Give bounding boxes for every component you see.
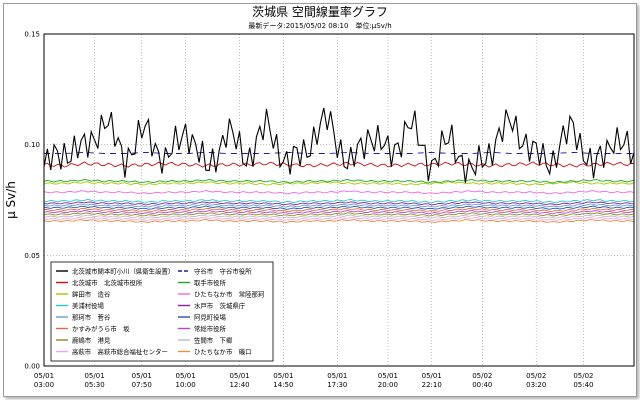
legend-label: 水戸市 茨城県庁: [194, 301, 246, 310]
y-tick-label: 0.15: [24, 31, 40, 39]
x-tick-date: 05/01: [84, 372, 104, 380]
series-lines: [43, 107, 635, 224]
x-tick-date: 05/02: [573, 372, 593, 380]
x-tick-date: 05/01: [132, 372, 152, 380]
x-tick-time: 14:50: [273, 381, 293, 389]
legend-label: 鹿嶋市 港見: [72, 335, 111, 344]
legend-label: ひたちなか市 磯口: [194, 347, 252, 356]
x-tick-time: 10:00: [176, 381, 196, 389]
legend-label: 北茨城市 北茨城市役所: [72, 278, 143, 287]
x-tick-time: 00:40: [472, 381, 492, 389]
x-tick-date: 05/01: [34, 372, 54, 380]
series-line: [43, 181, 635, 186]
legend-label: ひたちなか市 常陸那珂: [194, 289, 265, 298]
legend-label: 高萩市 高萩市総合福祉センター: [72, 347, 168, 356]
series-line: [43, 107, 635, 183]
chart-title: 茨城県 空間線量率グラフ: [252, 4, 388, 19]
x-tick-time: 07:50: [132, 381, 152, 389]
x-tick-date: 05/01: [422, 372, 442, 380]
series-line: [43, 190, 635, 195]
x-tick-time: 05:30: [84, 381, 104, 389]
y-axis-label: μ Sv/h: [4, 181, 18, 219]
legend-label: 那珂市 菅谷: [72, 312, 111, 321]
x-tick-date: 05/02: [526, 372, 546, 380]
legend-label: 阿見町役場: [194, 312, 227, 321]
x-ticks: 05/0103:0005/0105:3005/0107:5005/0110:00…: [34, 372, 594, 389]
y-ticks: 0.00 0.05 0.10 0.15: [24, 31, 40, 371]
x-tick-date: 05/01: [378, 372, 398, 380]
x-tick-date: 05/01: [176, 372, 196, 380]
legend-label: かすみがうら市 坂: [72, 324, 130, 333]
x-tick-time: 03:20: [526, 381, 546, 389]
x-tick-time: 12:40: [229, 381, 249, 389]
legend-label: 鉾田市 造谷: [72, 289, 111, 298]
x-tick-date: 05/01: [273, 372, 293, 380]
y-tick-label: 0.00: [24, 363, 40, 371]
x-tick-time: 22:10: [422, 381, 442, 389]
legend-label: 取手市役所: [194, 278, 227, 287]
legend-box: [50, 261, 274, 362]
radiation-chart: 茨城県 空間線量率グラフ 最新データ:2015/05/02 08:10 単位:μ…: [4, 4, 635, 389]
x-tick-time: 05:40: [573, 381, 593, 389]
y-tick-label: 0.05: [24, 252, 40, 260]
chart-subtitle: 最新データ:2015/05/02 08:10 単位:μSv/h: [248, 21, 391, 30]
y-tick-label: 0.10: [24, 141, 40, 149]
legend-label: 笠間市 下郷: [194, 335, 233, 344]
legend-label: 守谷市 守谷市役所: [194, 266, 252, 275]
x-tick-time: 20:00: [378, 381, 398, 389]
x-tick-time: 03:00: [34, 381, 54, 389]
x-tick-date: 05/02: [472, 372, 492, 380]
x-tick-time: 17:30: [327, 381, 347, 389]
x-tick-date: 05/01: [229, 372, 249, 380]
legend-label: 常総市役所: [194, 324, 227, 333]
x-tick-date: 05/01: [327, 372, 347, 380]
legend-label: 北茨城市関本町小川（県衛生設置）: [72, 266, 174, 275]
legend: 北茨城市関本町小川（県衛生設置） 守谷市 守谷市役所北茨城市 北茨城市役所 取手市役…: [50, 261, 274, 362]
legend-label: 美浦村役場: [72, 301, 105, 310]
series-line: [44, 151, 634, 154]
